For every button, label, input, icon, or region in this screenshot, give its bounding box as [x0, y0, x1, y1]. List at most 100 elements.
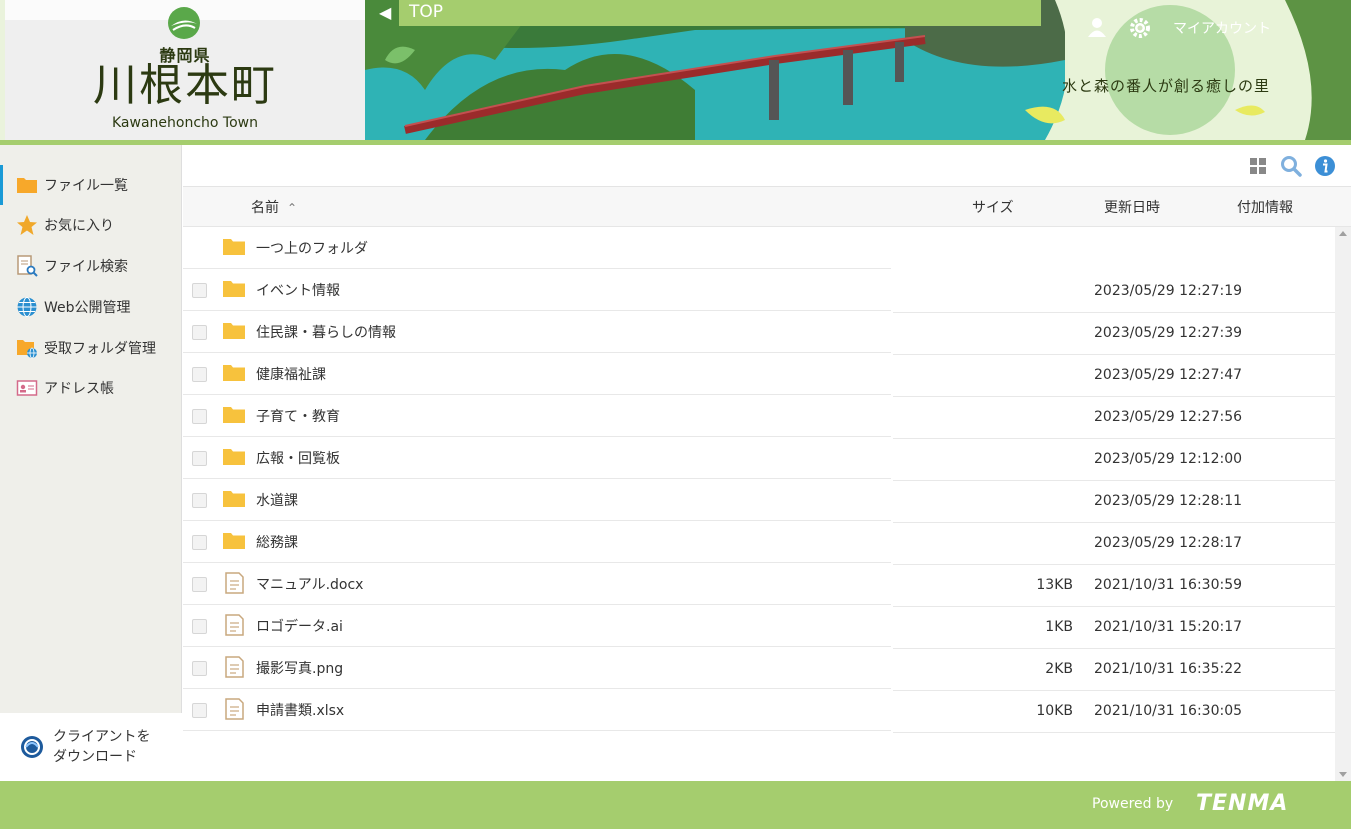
folder-icon	[223, 239, 245, 255]
globe-icon	[16, 296, 38, 318]
row-checkbox[interactable]	[192, 367, 207, 382]
row-checkbox[interactable]	[192, 325, 207, 340]
toolbar	[183, 145, 1351, 187]
row-checkbox[interactable]	[192, 409, 207, 424]
row-date: 2023/05/29 12:27:39	[1094, 325, 1243, 341]
row-size: 13KB	[1036, 577, 1073, 593]
folder-icon	[223, 281, 245, 297]
footer: Powered by TENMA	[0, 781, 1351, 829]
town-emblem-icon	[168, 7, 200, 39]
town-name: 川根本町	[93, 60, 277, 111]
sidebar-item-web-publish[interactable]: Web公開管理	[0, 287, 182, 327]
folder-icon	[223, 533, 245, 549]
table-row[interactable]: 広報・回覧板 2023/05/29 12:12:00	[183, 437, 1335, 481]
table-row[interactable]: マニュアル.docx 13KB 2021/10/31 16:30:59	[183, 563, 1335, 607]
row-date: 2023/05/29 12:28:17	[1094, 535, 1243, 551]
file-table-header: 名前 ⌃ サイズ 更新日時 付加情報	[183, 187, 1351, 227]
table-row[interactable]: 水道課 2023/05/29 12:28:11	[183, 479, 1335, 523]
breadcrumb-top[interactable]: TOP	[399, 0, 1041, 26]
row-checkbox[interactable]	[192, 283, 207, 298]
address-card-icon	[16, 377, 38, 399]
town-tagline: 水と森の番人が創る癒しの里	[1062, 77, 1271, 95]
table-row[interactable]: 住民課・暮らしの情報 2023/05/29 12:27:39	[183, 311, 1335, 355]
file-icon	[225, 614, 244, 636]
gear-icon[interactable]	[1128, 16, 1152, 40]
column-updated-header[interactable]: 更新日時	[1104, 197, 1160, 217]
row-name: 子育て・教育	[256, 409, 340, 425]
sort-ascending-icon[interactable]: ⌃	[287, 201, 297, 215]
star-icon	[16, 214, 38, 236]
row-checkbox[interactable]	[192, 535, 207, 550]
scroll-down-arrow[interactable]	[1339, 772, 1347, 777]
row-checkbox[interactable]	[192, 577, 207, 592]
table-row[interactable]: 子育て・教育 2023/05/29 12:27:56	[183, 395, 1335, 439]
client-download-button[interactable]: クライアントを ダウンロード	[0, 713, 182, 781]
town-logo[interactable]: 静岡県 川根本町 Kawanehoncho Town	[5, 0, 365, 140]
row-name: 総務課	[256, 535, 298, 551]
table-row[interactable]: 健康福祉課 2023/05/29 12:27:47	[183, 353, 1335, 397]
sidebar-item-address-book[interactable]: アドレス帳	[0, 368, 182, 408]
file-search-icon	[16, 255, 38, 277]
column-size-header[interactable]: サイズ	[972, 197, 1014, 217]
sidebar-item-file-search[interactable]: ファイル検索	[0, 246, 182, 286]
parent-folder-row[interactable]: 一つ上のフォルダ	[183, 227, 1335, 269]
row-date: 2023/05/29 12:28:11	[1094, 493, 1243, 509]
row-date: 2021/10/31 16:35:22	[1094, 661, 1243, 677]
row-date: 2021/10/31 16:30:05	[1094, 703, 1243, 719]
row-date: 2023/05/29 12:27:19	[1094, 283, 1243, 299]
row-size: 2KB	[1045, 661, 1073, 677]
sidebar-item-label: お気に入り	[44, 218, 114, 234]
row-name: 水道課	[256, 493, 298, 509]
table-row[interactable]: 総務課 2023/05/29 12:28:17	[183, 521, 1335, 565]
table-row[interactable]: 撮影写真.png 2KB 2021/10/31 16:35:22	[183, 647, 1335, 691]
table-row[interactable]: ロゴデータ.ai 1KB 2021/10/31 15:20:17	[183, 605, 1335, 649]
town-name-en: Kawanehoncho Town	[112, 115, 258, 131]
row-name: 住民課・暮らしの情報	[256, 325, 396, 341]
row-checkbox[interactable]	[192, 661, 207, 676]
row-name: 広報・回覧板	[256, 451, 340, 467]
row-name: ロゴデータ.ai	[256, 619, 343, 635]
sidebar-item-label: ファイル一覧	[44, 178, 128, 194]
user-icon[interactable]	[1086, 16, 1108, 38]
row-date: 2023/05/29 12:27:56	[1094, 409, 1243, 425]
folder-icon	[223, 491, 245, 507]
row-checkbox[interactable]	[192, 619, 207, 634]
tenma-logo[interactable]: TENMA	[1196, 791, 1288, 816]
folder-icon	[223, 407, 245, 423]
client-download-icon	[20, 735, 44, 759]
sidebar: ファイル一覧 お気に入り ファイル検索 Web公開管理 受取フォルダ管理 アドレ…	[0, 145, 182, 781]
vertical-scrollbar[interactable]	[1335, 227, 1351, 781]
folder-icon	[223, 365, 245, 381]
scroll-up-arrow[interactable]	[1339, 231, 1347, 236]
sidebar-item-favorites[interactable]: お気に入り	[0, 205, 182, 245]
row-size: 10KB	[1036, 703, 1073, 719]
back-arrow-icon[interactable]: ◀	[379, 3, 393, 23]
sidebar-item-label: Web公開管理	[44, 300, 131, 316]
folder-icon	[16, 174, 38, 196]
info-icon[interactable]	[1314, 155, 1336, 177]
table-row[interactable]: イベント情報 2023/05/29 12:27:19	[183, 269, 1335, 313]
column-name-header[interactable]: 名前 ⌃	[251, 197, 297, 217]
row-date: 2023/05/29 12:12:00	[1094, 451, 1243, 467]
folder-icon	[223, 449, 245, 465]
row-size: 1KB	[1045, 619, 1073, 635]
row-checkbox[interactable]	[192, 703, 207, 718]
column-extra-header[interactable]: 付加情報	[1237, 197, 1293, 217]
row-checkbox[interactable]	[192, 493, 207, 508]
row-checkbox[interactable]	[192, 451, 207, 466]
grid-view-icon[interactable]	[1247, 155, 1269, 177]
sidebar-item-label: ファイル検索	[44, 259, 128, 275]
row-date: 2023/05/29 12:27:47	[1094, 367, 1243, 383]
row-date: 2021/10/31 15:20:17	[1094, 619, 1243, 635]
table-row[interactable]: 申請書類.xlsx 10KB 2021/10/31 16:30:05	[183, 689, 1335, 733]
search-icon[interactable]	[1280, 155, 1302, 177]
sidebar-item-label: 受取フォルダ管理	[44, 341, 156, 357]
powered-by-text: Powered by	[1092, 796, 1174, 812]
folder-globe-icon	[16, 337, 38, 359]
sidebar-item-receive-folder[interactable]: 受取フォルダ管理	[0, 328, 182, 368]
row-name: 申請書類.xlsx	[256, 703, 345, 719]
parent-folder-label: 一つ上のフォルダ	[256, 241, 368, 257]
sidebar-item-file-list[interactable]: ファイル一覧	[0, 165, 182, 205]
file-icon	[225, 656, 244, 678]
my-account-link[interactable]: マイアカウント	[1173, 18, 1271, 38]
